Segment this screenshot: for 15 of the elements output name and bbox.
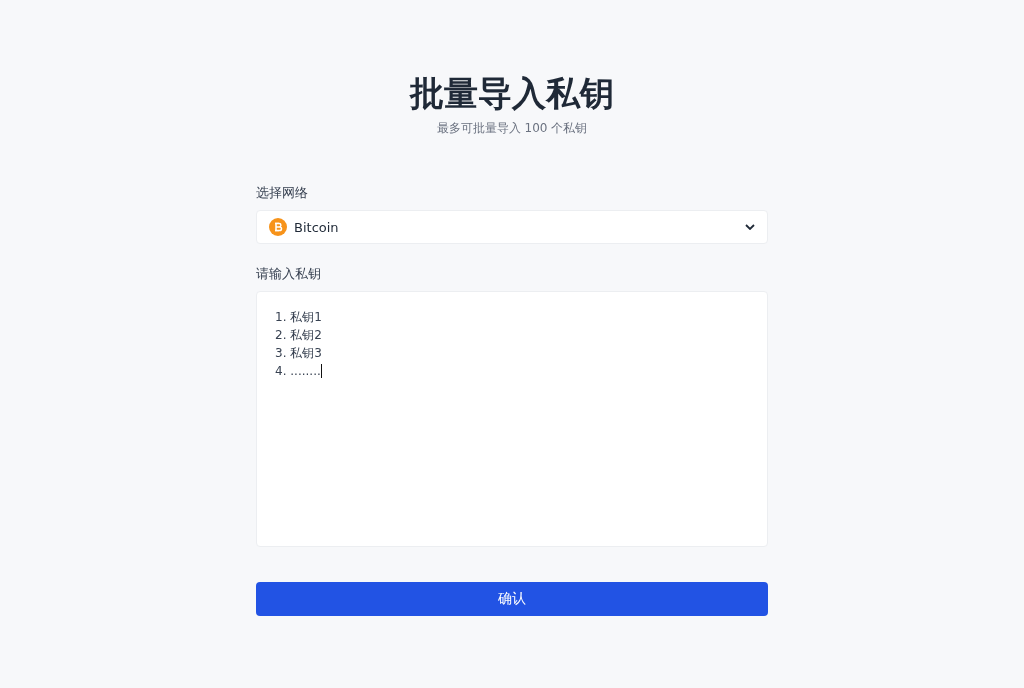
text-line: 1. 私钥1 [275, 308, 322, 326]
text-line: 2. 私钥2 [275, 326, 322, 344]
coin-icon [269, 218, 287, 236]
field-label: 选择网络 [256, 185, 308, 201]
text-line: 3. 私钥3 [275, 344, 322, 362]
chevron-down-icon [745, 224, 755, 230]
text-cursor [320, 364, 322, 378]
private-key-textarea[interactable]: 1. 私钥1 2. 私钥2 3. 私钥3 4. ........ [256, 291, 768, 547]
confirm-button[interactable]: 确认 [256, 582, 768, 616]
page-title: 批量导入私钥 [410, 72, 614, 115]
network-select[interactable]: Bitcoin [256, 210, 768, 244]
network-name: Bitcoin [294, 219, 339, 235]
text-line: 4. ........ [275, 364, 321, 378]
page-subtitle: 最多可批量导入 100 个私钥 [436, 120, 588, 137]
field-label: 请输入私钥 [256, 266, 321, 282]
